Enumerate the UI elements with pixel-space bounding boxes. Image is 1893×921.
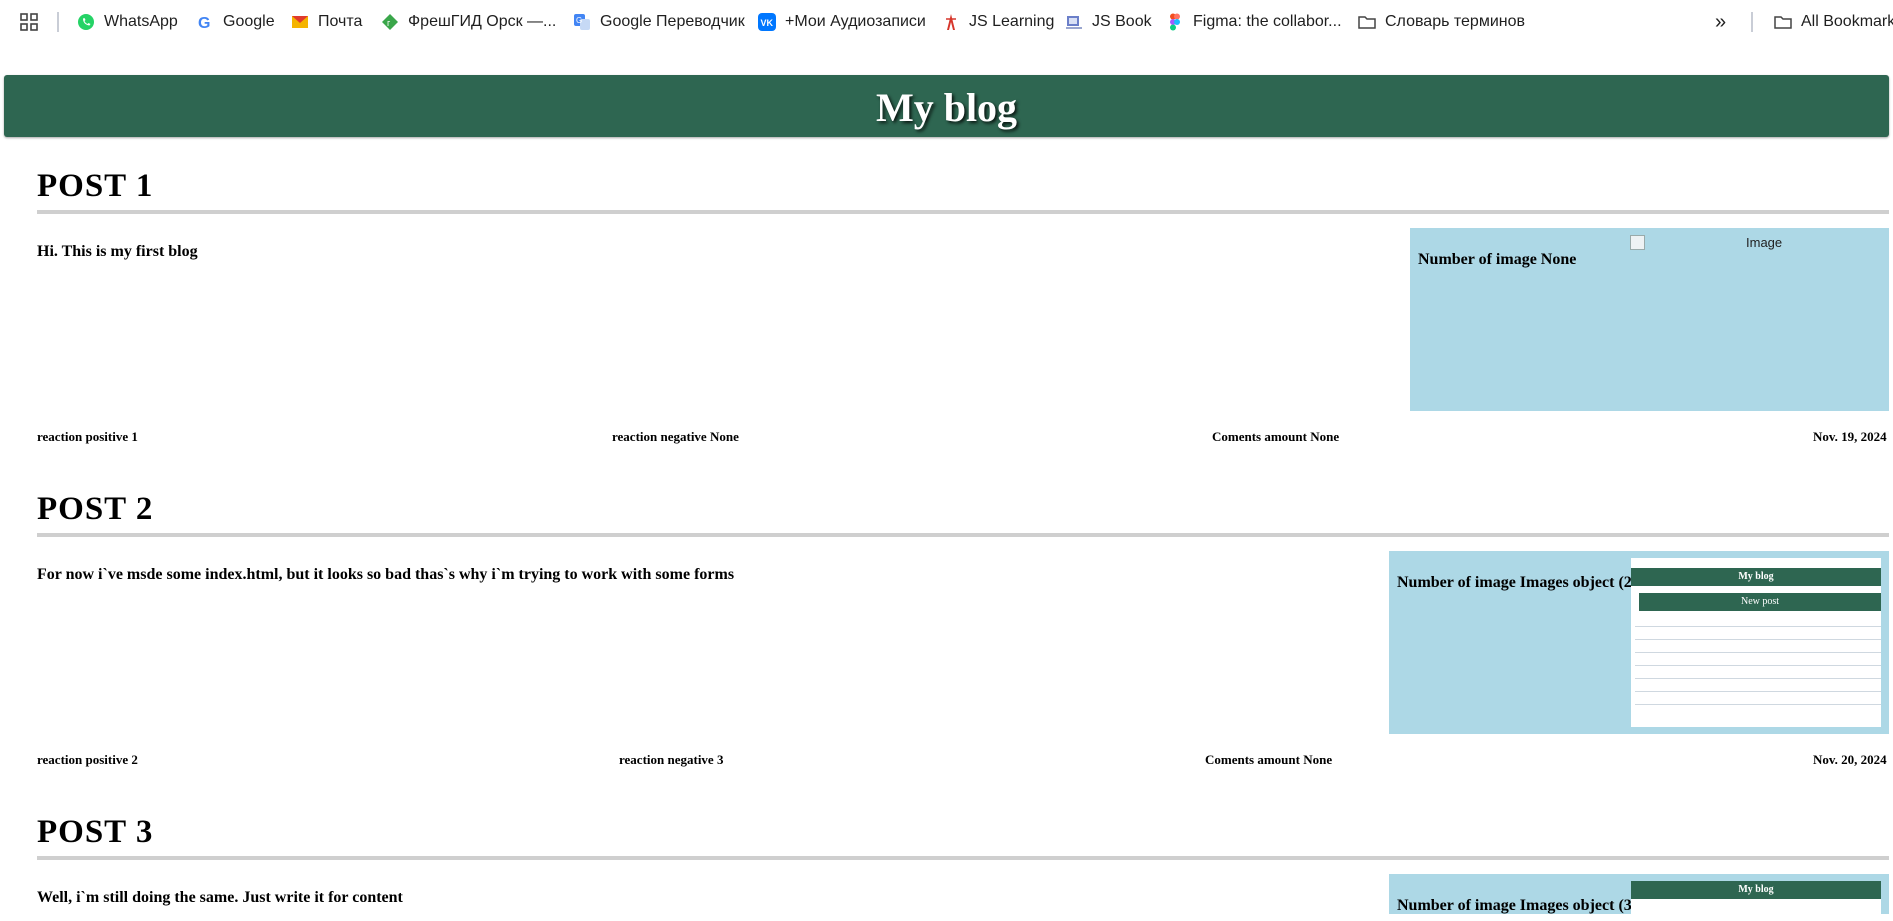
reaction-positive: reaction positive 2 [37,752,138,767]
thumbnail-header: My blog [1631,881,1881,899]
bookmark-google-translate[interactable]: G Google Переводчик [573,10,745,34]
bookmark-label: +Мои Аудиозаписи [785,13,926,30]
folder-icon [1358,16,1376,29]
bookmark-js-book[interactable]: JS Book [1065,10,1152,34]
image-alt-text: Image [1746,235,1783,250]
bookmarks-bar: WhatsApp G Google Почта г ФрешГИД Орск —… [0,0,1893,44]
bookmark-js-learning[interactable]: JS Learning [942,10,1054,34]
thumbnail-row [1635,668,1881,679]
thumbnail-row [1635,694,1881,705]
vk-icon: VK [758,13,776,31]
post-text: Hi. This is my first blog [37,243,198,260]
post-image-panel: Number of image Images object (2) My blo… [1389,551,1889,734]
comments-count: Coments amount None [1212,429,1340,444]
post-text: Well, i`m still doing the same. Just wri… [37,889,403,906]
reaction-negative: reaction negative 3 [619,752,724,767]
post-title: POST 3 [37,814,154,850]
figma-icon [1170,13,1180,31]
mail-icon [292,16,308,28]
svg-text:G: G [576,16,582,25]
bookmark-label: Словарь терминов [1385,13,1525,30]
bookmark-label: Google Переводчик [600,13,745,30]
post-divider [37,210,1889,214]
reaction-negative: reaction negative None [612,429,739,444]
chevron-double-right-icon: » [1715,10,1727,33]
bookmark-google[interactable]: G Google [196,10,275,34]
bookmark-vk-audio[interactable]: VK +Мои Аудиозаписи [758,10,926,34]
google-translate-icon: G [574,14,590,30]
bookmarks-divider [1751,12,1753,32]
js-learning-icon [946,14,956,30]
thumbnail-header: My blog [1631,568,1881,586]
bookmark-figma[interactable]: Figma: the collabor... [1166,10,1342,34]
thumbnail-row [1635,681,1881,692]
bookmark-label: JS Learning [969,13,1055,30]
reaction-positive: reaction positive 1 [37,429,138,444]
thumbnail-row [1635,642,1881,653]
google-icon: G [198,15,210,31]
thumbnail-row [1635,616,1881,627]
bookmark-label: Google [223,13,275,30]
image-count-label: Number of image None [1418,251,1577,268]
freshgid-icon: г [382,14,398,30]
thumbnail-row [1635,655,1881,666]
apps-grid-icon[interactable] [20,10,38,34]
bookmark-label: Figma: the collabor... [1193,13,1342,30]
post-image-panel: Number of image Images object (3) My blo… [1389,874,1889,921]
post-divider [37,856,1889,860]
page-title: My blog [875,84,1018,130]
comments-count: Coments amount None [1205,752,1333,767]
svg-text:VK: VK [761,18,774,28]
folder-icon [1774,16,1792,29]
bookmark-label: JS Book [1092,13,1152,30]
bookmark-whatsapp[interactable]: WhatsApp [77,10,178,34]
post-image-thumbnail: My blog [1631,881,1881,921]
bookmarks-divider [57,12,59,32]
image-count-label: Number of image Images object (2) [1397,574,1638,591]
thumbnail-row [1635,629,1881,640]
all-bookmarks-folder[interactable]: All Bookmarks [1774,10,1893,34]
image-count-label: Number of image Images object (3) [1397,897,1638,914]
bookmark-label: ФрешГИД Орск —... [408,13,557,30]
bookmark-folder-glossary[interactable]: Словарь терминов [1358,10,1525,34]
image-placeholder-icon [1630,235,1645,250]
post-date: Nov. 20, 2024 [1813,752,1887,767]
whatsapp-icon [78,14,94,30]
broken-image-icon: Image [1630,235,1790,251]
blog-header: My blog [4,75,1889,137]
bookmarks-overflow-button[interactable]: » [1715,10,1726,34]
post-text: For now i`ve msde some index.html, but i… [37,566,735,583]
svg-text:G: G [198,15,210,31]
bookmark-mail[interactable]: Почта [291,10,362,34]
post-title: POST 1 [37,168,154,204]
post-date: Nov. 19, 2024 [1813,429,1887,444]
post-image-thumbnail: My blog New post [1631,558,1881,727]
bookmark-label: WhatsApp [104,13,178,30]
bookmark-label: Почта [318,13,363,30]
post-title: POST 2 [37,491,154,527]
post-divider [37,533,1889,537]
thumbnail-new-post: New post [1639,593,1881,611]
post-image-panel: Number of image None Image [1410,228,1889,411]
all-bookmarks-label: All Bookmarks [1801,13,1893,30]
js-book-icon [1066,16,1082,29]
bookmark-freshgid[interactable]: г ФрешГИД Орск —... [381,10,556,34]
